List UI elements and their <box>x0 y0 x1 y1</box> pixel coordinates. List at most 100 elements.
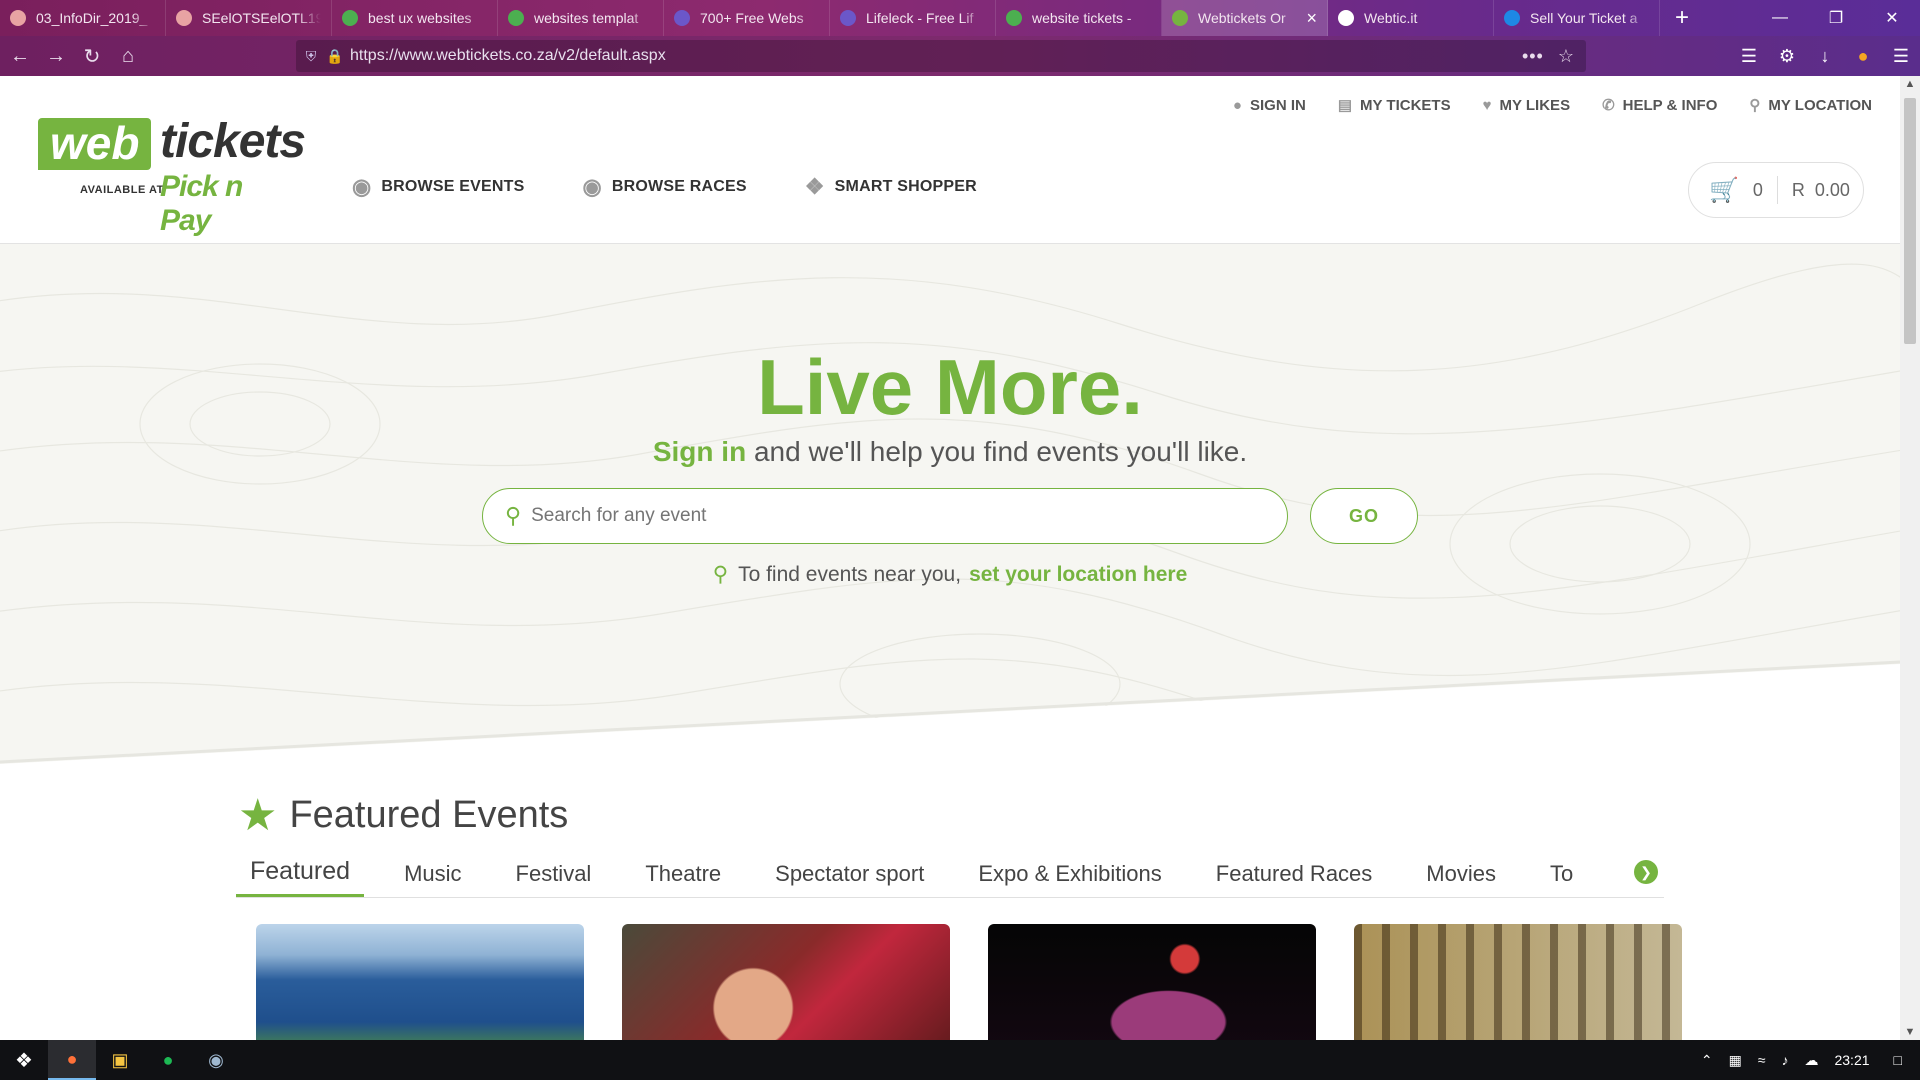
category-tab[interactable]: Spectator sport <box>761 861 938 897</box>
spotify-icon[interactable]: ● <box>144 1040 192 1080</box>
bookmark-star-icon[interactable]: ☆ <box>1558 46 1574 67</box>
event-card-guitar[interactable] <box>622 924 950 1040</box>
category-tab[interactable]: Festival <box>502 861 606 897</box>
nav-help-info[interactable]: ✆ HELP & INFO <box>1602 96 1717 115</box>
minimize-icon[interactable]: — <box>1752 0 1808 36</box>
event-cards <box>256 924 1720 1040</box>
binoculars-icon: ◉ <box>352 174 372 199</box>
browser-tab[interactable]: Webtic.it <box>1328 0 1494 36</box>
browser-tab[interactable]: SEelOTSEelOTL19 <box>166 0 332 36</box>
address-bar[interactable]: ⛨ 🔒 https://www.webtickets.co.za/v2/defa… <box>296 40 1586 72</box>
tab-title: best ux websites <box>368 10 472 26</box>
nav-my-tickets[interactable]: ▤ MY TICKETS <box>1337 96 1451 115</box>
tags-icon: ❖ <box>804 174 825 199</box>
tab-favicon-icon <box>10 10 26 26</box>
page-scrollbar[interactable]: ▲ ▼ <box>1900 76 1920 1040</box>
url-text[interactable]: https://www.webtickets.co.za/v2/default.… <box>350 47 666 65</box>
category-tab[interactable]: Featured <box>236 857 365 897</box>
chevron-up-icon[interactable]: ⌃ <box>1701 1052 1713 1069</box>
close-tab-icon[interactable]: × <box>1306 8 1317 29</box>
chevron-right-icon[interactable]: ❯ <box>1634 860 1658 884</box>
category-tab[interactable]: Music <box>390 861 475 897</box>
ticket-icon: ▤ <box>1337 97 1353 114</box>
shopping-cart-icon: 🛒 <box>1709 176 1739 204</box>
search-icon: ⚲ <box>505 503 522 528</box>
category-tab[interactable]: Theatre <box>631 861 735 897</box>
category-tab[interactable]: Movies <box>1412 861 1510 897</box>
page-actions-icon[interactable]: ••• <box>1522 46 1544 67</box>
tab-title: Lifeleck - Free Lif <box>866 10 974 26</box>
scrollbar-thumb[interactable] <box>1904 98 1916 344</box>
browser-tab[interactable]: Sell Your Ticket a <box>1494 0 1660 36</box>
browser-tab[interactable]: websites templat <box>498 0 664 36</box>
tab-favicon-icon <box>1006 10 1022 26</box>
reload-icon[interactable]: ↻ <box>74 40 110 72</box>
nav-my-likes[interactable]: ♥ MY LIKES <box>1483 96 1570 114</box>
home-icon[interactable]: ⌂ <box>110 40 146 72</box>
location-pin-icon: ⚲ <box>1749 97 1761 114</box>
tab-favicon-icon <box>1504 10 1520 26</box>
phone-icon: ✆ <box>1602 97 1615 114</box>
clock-time[interactable]: 23:21 <box>1834 1052 1869 1068</box>
webtickets-logo[interactable]: web tickets AVAILABLE AT Pick n Pay <box>38 116 306 237</box>
nav-sign-in[interactable]: ● SIGN IN <box>1233 96 1306 114</box>
wifi-icon[interactable]: ≈ <box>1758 1052 1766 1068</box>
scroll-up-icon[interactable]: ▲ <box>1900 78 1920 90</box>
event-card-performers[interactable] <box>988 924 1316 1040</box>
browser-nav-bar: ← → ↻ ⌂ ⛨ 🔒 https://www.webtickets.co.za… <box>0 36 1920 76</box>
go-button[interactable]: GO <box>1310 488 1418 544</box>
gear-icon[interactable]: ⚙ <box>1768 46 1806 67</box>
browser-tab[interactable]: website tickets - <box>996 0 1162 36</box>
category-tab[interactable]: To <box>1536 861 1587 897</box>
tab-title: 03_InfoDir_2019_ <box>36 10 148 26</box>
binoculars-icon: ◉ <box>582 174 602 199</box>
smart-shopper-link[interactable]: ❖ SMART SHOPPER <box>805 174 977 200</box>
cart-divider <box>1776 176 1778 204</box>
shield-icon[interactable]: ⛨ <box>296 48 326 65</box>
forward-icon[interactable]: → <box>38 40 74 72</box>
cart-total: R 0.00 <box>1791 179 1850 200</box>
close-window-icon[interactable]: ✕ <box>1864 0 1920 36</box>
event-card-building[interactable] <box>1354 924 1682 1040</box>
featured-title: Featured Events <box>289 794 569 836</box>
lock-icon: 🔒 <box>326 47 344 64</box>
featured-events-heading: ★ Featured Events <box>238 790 568 841</box>
nav-my-location[interactable]: ⚲ MY LOCATION <box>1749 96 1872 115</box>
search-input[interactable] <box>531 505 1232 527</box>
cart-button[interactable]: 🛒 0 R 0.00 <box>1688 162 1864 218</box>
browser-tab[interactable]: 03_InfoDir_2019_ <box>0 0 166 36</box>
windows-start-icon[interactable]: ❖ <box>0 1040 48 1080</box>
browser-tab-bar: 03_InfoDir_2019_ SEelOTSEelOTL19 best ux w… <box>0 0 1920 36</box>
browse-events-link[interactable]: ◉ BROWSE EVENTS <box>352 174 524 200</box>
battery-icon[interactable]: ▦ <box>1729 1052 1742 1069</box>
browser-tab[interactable]: Lifeleck - Free Lif <box>830 0 996 36</box>
tab-title: 700+ Free Webs <box>700 10 804 26</box>
app-icon[interactable]: ◉ <box>192 1040 240 1080</box>
firefox-icon[interactable]: ● <box>48 1040 96 1080</box>
category-tab[interactable]: Featured Races <box>1202 861 1387 897</box>
category-tab[interactable]: Expo & Exhibitions <box>964 861 1175 897</box>
browse-races-link[interactable]: ◉ BROWSE RACES <box>582 174 746 200</box>
location-prompt: ⚲ To find events near you, set your locati… <box>712 563 1188 586</box>
scroll-down-icon[interactable]: ▼ <box>1900 1026 1920 1038</box>
browser-tab[interactable]: best ux websites <box>332 0 498 36</box>
file-explorer-icon[interactable]: ▣ <box>96 1040 144 1080</box>
menu-icon[interactable]: ☰ <box>1882 46 1920 67</box>
tab-title: Sell Your Ticket a <box>1530 10 1638 26</box>
tab-favicon-icon <box>840 10 856 26</box>
browser-tab[interactable]: Webtickets Or × <box>1162 0 1328 36</box>
restore-icon[interactable]: ❐ <box>1808 0 1864 36</box>
event-card-island[interactable] <box>256 924 584 1040</box>
download-icon[interactable]: ↓ <box>1806 46 1844 67</box>
volume-icon[interactable]: ♪ <box>1781 1052 1788 1068</box>
new-tab-button[interactable]: + <box>1660 0 1704 36</box>
browser-tab[interactable]: 700+ Free Webs <box>664 0 830 36</box>
back-icon[interactable]: ← <box>2 40 38 72</box>
hero-sign-in-link[interactable]: Sign in <box>653 436 746 467</box>
extension-icon[interactable]: ● <box>1844 46 1882 67</box>
library-icon[interactable]: ☰ <box>1730 46 1768 67</box>
tab-favicon-icon <box>508 10 524 26</box>
notifications-icon[interactable]: □ <box>1894 1052 1902 1068</box>
set-location-link[interactable]: set your location here <box>969 563 1187 586</box>
cloud-icon[interactable]: ☁ <box>1804 1052 1818 1069</box>
